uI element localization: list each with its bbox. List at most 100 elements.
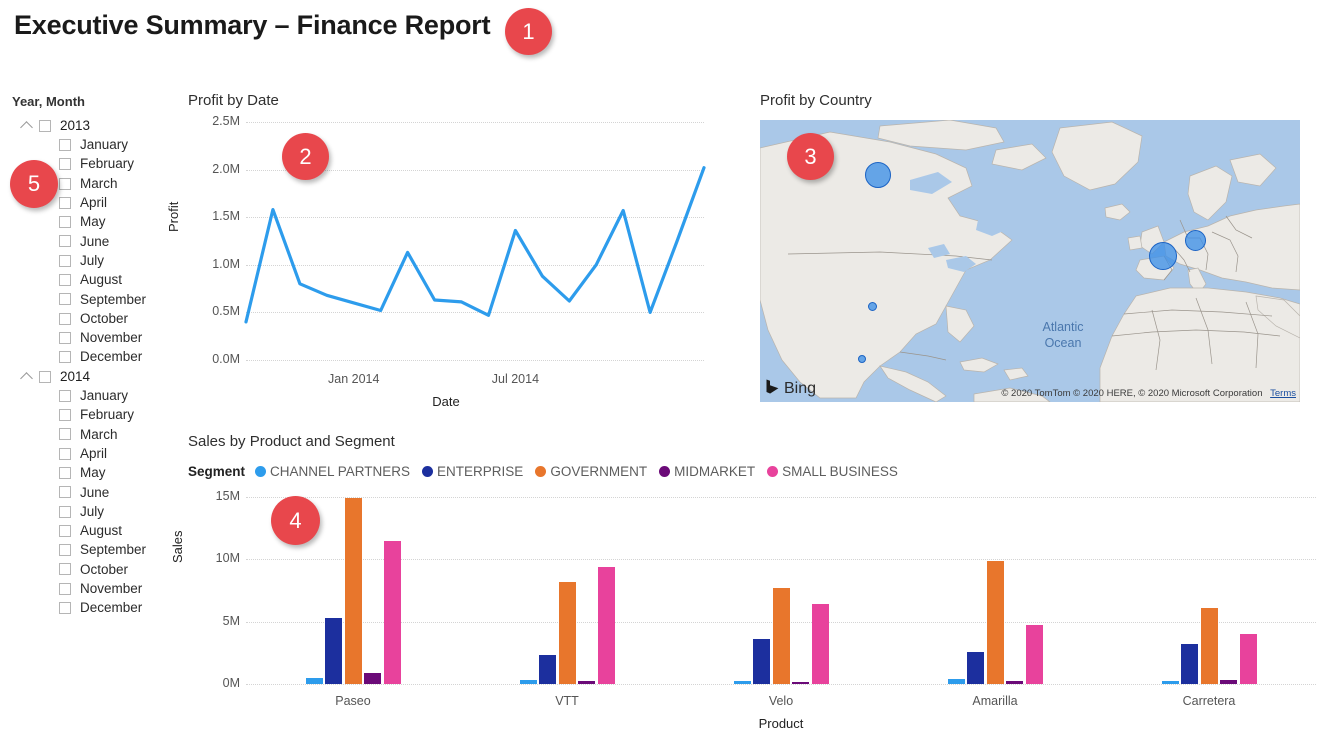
slicer-checkbox[interactable]: [39, 370, 51, 383]
slicer-checkbox[interactable]: [59, 466, 71, 479]
bar-amarilla-enterprise[interactable]: [967, 651, 984, 684]
slicer-checkbox[interactable]: [59, 158, 71, 171]
slicer-item-2014-may[interactable]: May: [12, 463, 177, 482]
slicer-item-label: May: [80, 214, 106, 230]
line-x-tick: Jan 2014: [328, 372, 380, 386]
map-bubble-canada[interactable]: [865, 162, 891, 188]
legend-item-government[interactable]: GOVERNMENT: [535, 464, 647, 479]
bar-paseo-channel-partners[interactable]: [305, 677, 323, 684]
slicer-checkbox[interactable]: [59, 138, 71, 151]
slicer-checkbox[interactable]: [59, 505, 71, 518]
slicer-item-2013-july[interactable]: July: [12, 251, 177, 270]
slicer-item-2013-december[interactable]: December: [12, 348, 177, 367]
bar-paseo-small-business[interactable]: [383, 540, 401, 684]
slicer-item-2014-november[interactable]: November: [12, 579, 177, 598]
slicer-item-2013-november[interactable]: November: [12, 328, 177, 347]
bar-velo-government[interactable]: [772, 588, 790, 684]
slicer-checkbox[interactable]: [59, 216, 71, 229]
slicer-item-2013-may[interactable]: May: [12, 212, 177, 231]
profit-by-date-visual[interactable]: Profit by Date 0.0M 0.5M 1.0M 1.5M 2.0M 2.5M J…: [166, 92, 708, 409]
bar-velo-small-business[interactable]: [811, 604, 829, 684]
bar-velo-channel-partners[interactable]: [733, 681, 751, 684]
bar-carretera-channel-partners[interactable]: [1161, 680, 1179, 684]
bar-vtt-midmarket[interactable]: [578, 680, 595, 684]
legend-item-channel-partners[interactable]: CHANNEL PARTNERS: [255, 464, 410, 479]
slicer-checkbox[interactable]: [59, 235, 71, 248]
map-terms-link[interactable]: Terms: [1270, 388, 1296, 399]
slicer-item-2013-october[interactable]: October: [12, 309, 177, 328]
slicer-checkbox[interactable]: [59, 312, 71, 325]
slicer-item-label: July: [80, 252, 105, 268]
bar-velo-midmarket[interactable]: [792, 681, 809, 684]
bar-velo-enterprise[interactable]: [753, 639, 770, 684]
map-bubble-france[interactable]: [1149, 242, 1177, 270]
slicer-checkbox[interactable]: [59, 524, 71, 537]
slicer-checkbox[interactable]: [59, 331, 71, 344]
map-bubble-united-states[interactable]: [867, 301, 877, 311]
slicer-item-2013-january[interactable]: January: [12, 135, 177, 154]
slicer-item-2014-august[interactable]: August: [12, 521, 177, 540]
bar-chart-legend[interactable]: Segment CHANNEL PARTNERS ENTERPRISE GOVERN…: [188, 464, 910, 479]
legend-item-small-business[interactable]: SMALL BUSINESS: [767, 464, 898, 479]
slicer-checkbox[interactable]: [59, 486, 71, 499]
bar-vtt-enterprise[interactable]: [539, 655, 556, 684]
legend-item-midmarket[interactable]: MIDMARKET: [659, 464, 755, 479]
legend-color-swatch: [535, 466, 547, 477]
bar-vtt-government[interactable]: [558, 581, 576, 684]
profit-by-country-visual[interactable]: Profit by Country Atlantic Ocean Bing © …: [760, 92, 1300, 402]
slicer-checkbox[interactable]: [59, 389, 71, 402]
bar-paseo-midmarket[interactable]: [364, 672, 381, 684]
map-bubble-mexico[interactable]: [858, 355, 866, 363]
slicer-checkbox[interactable]: [59, 293, 71, 306]
slicer-item-2014-january[interactable]: January: [12, 386, 177, 405]
slicer-item-2014-april[interactable]: April: [12, 444, 177, 463]
bar-vtt-small-business[interactable]: [597, 566, 615, 684]
slicer-checkbox[interactable]: [59, 274, 71, 287]
slicer-item-2014-july[interactable]: July: [12, 502, 177, 521]
slicer-item-2013-june[interactable]: June: [12, 232, 177, 251]
line-series[interactable]: [188, 92, 708, 392]
slicer-checkbox[interactable]: [59, 351, 71, 364]
bar-carretera-small-business[interactable]: [1239, 634, 1257, 684]
bar-amarilla-channel-partners[interactable]: [947, 679, 965, 684]
bar-paseo-enterprise[interactable]: [325, 617, 342, 684]
slicer-item-2014-march[interactable]: March: [12, 425, 177, 444]
slicer-item-2014-october[interactable]: October: [12, 560, 177, 579]
bar-amarilla-government[interactable]: [986, 560, 1004, 684]
bar-amarilla-midmarket[interactable]: [1006, 680, 1023, 684]
slicer-group-2014[interactable]: 2014: [12, 367, 177, 386]
slicer-item-2014-june[interactable]: June: [12, 483, 177, 502]
slicer-item-2014-september[interactable]: September: [12, 541, 177, 560]
slicer-checkbox[interactable]: [59, 196, 71, 209]
chevron-up-icon[interactable]: [20, 369, 35, 384]
bing-logo[interactable]: Bing: [766, 379, 816, 398]
slicer-checkbox[interactable]: [59, 447, 71, 460]
slicer-checkbox[interactable]: [59, 254, 71, 267]
bar-paseo-government[interactable]: [344, 498, 362, 684]
slicer-checkbox[interactable]: [59, 177, 71, 190]
slicer-checkbox[interactable]: [59, 602, 71, 615]
slicer-item-2013-august[interactable]: August: [12, 270, 177, 289]
sales-by-product-and-segment-visual[interactable]: Sales by Product and Segment Segment CHA…: [170, 433, 1318, 733]
bing-mark-icon: [766, 379, 779, 398]
slicer-checkbox[interactable]: [59, 563, 71, 576]
bar-carretera-government[interactable]: [1200, 607, 1218, 684]
map-bubble-germany[interactable]: [1184, 229, 1206, 251]
bar-carretera-midmarket[interactable]: [1220, 680, 1237, 684]
bar-amarilla-small-business[interactable]: [1025, 625, 1043, 684]
slicer-item-2013-september[interactable]: September: [12, 290, 177, 309]
bar-carretera-enterprise[interactable]: [1181, 644, 1198, 684]
slicer-checkbox[interactable]: [59, 544, 71, 557]
legend-item-enterprise[interactable]: ENTERPRISE: [422, 464, 523, 479]
chevron-up-icon[interactable]: [20, 118, 35, 133]
step-badge-5: 5: [10, 160, 58, 208]
slicer-item-2014-december[interactable]: December: [12, 598, 177, 617]
slicer-checkbox[interactable]: [59, 428, 71, 441]
slicer-checkbox[interactable]: [59, 582, 71, 595]
slicer-item-2014-february[interactable]: February: [12, 405, 177, 424]
slicer-checkbox[interactable]: [59, 409, 71, 422]
slicer-group-2013[interactable]: 2013: [12, 116, 177, 135]
slicer-checkbox[interactable]: [39, 119, 51, 132]
bar-vtt-channel-partners[interactable]: [519, 680, 537, 684]
map-canvas[interactable]: Atlantic Ocean Bing © 2020 TomTom © 2020 …: [760, 120, 1300, 402]
